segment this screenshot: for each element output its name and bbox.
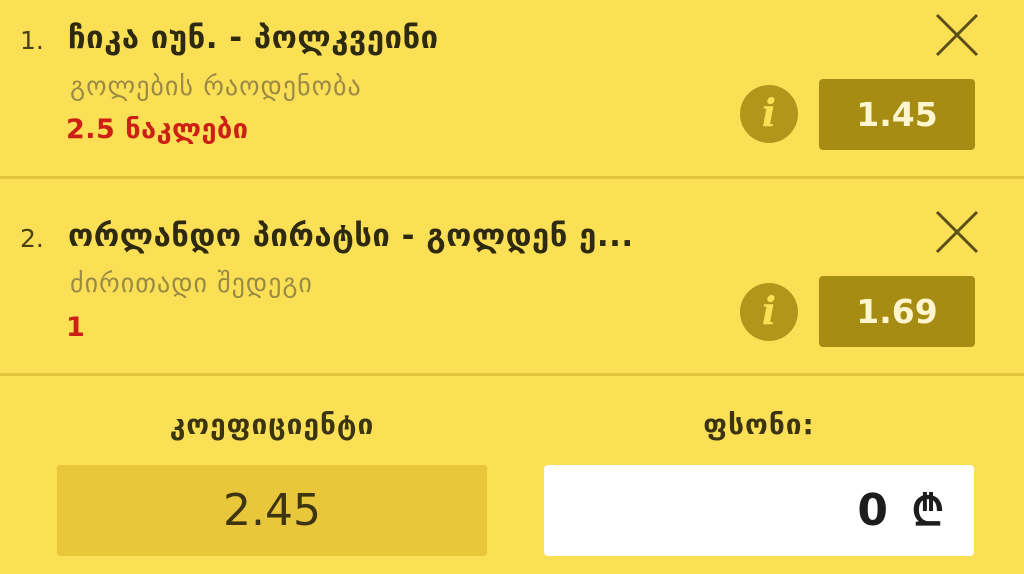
remove-bet-button[interactable] — [934, 12, 980, 58]
bet-slip-item: 1. ჩიკა იუნ. - პოლკვეინი გოლების რაოდენო… — [0, 0, 1024, 178]
coefficient-label: კოეფიციენტი — [169, 408, 375, 441]
divider — [0, 373, 1024, 376]
info-icon: i — [761, 288, 777, 333]
info-icon: i — [761, 90, 777, 135]
info-button[interactable]: i — [740, 85, 798, 143]
selected-outcome: 1 — [66, 312, 86, 343]
market-name: გოლების რაოდენობა — [70, 72, 362, 102]
selected-outcome: 2.5 ნაკლები — [66, 114, 249, 145]
close-icon — [935, 210, 979, 254]
stake-label: ფსონი: — [703, 408, 815, 441]
total-coefficient: 2.45 — [57, 465, 487, 556]
lari-currency-icon: ₾ — [911, 486, 944, 535]
stake-input[interactable]: 0 ₾ — [544, 465, 974, 556]
remove-bet-button[interactable] — [934, 209, 980, 255]
bet-index: 1. — [20, 26, 44, 55]
market-name: ძირითადი შედეგი — [70, 269, 313, 299]
odd-button[interactable]: 1.69 — [819, 276, 975, 347]
close-icon — [935, 13, 979, 57]
info-button[interactable]: i — [740, 283, 798, 341]
bet-slip-item: 2. ორლანდო პირატსი - გოლდენ ე... ძირითად… — [0, 179, 1024, 375]
stake-value[interactable]: 0 — [857, 465, 888, 556]
odd-button[interactable]: 1.45 — [819, 79, 975, 150]
bet-index: 2. — [20, 224, 44, 253]
match-title: ჩიკა იუნ. - პოლკვეინი — [68, 20, 439, 56]
match-title: ორლანდო პირატსი - გოლდენ ე... — [68, 218, 634, 254]
